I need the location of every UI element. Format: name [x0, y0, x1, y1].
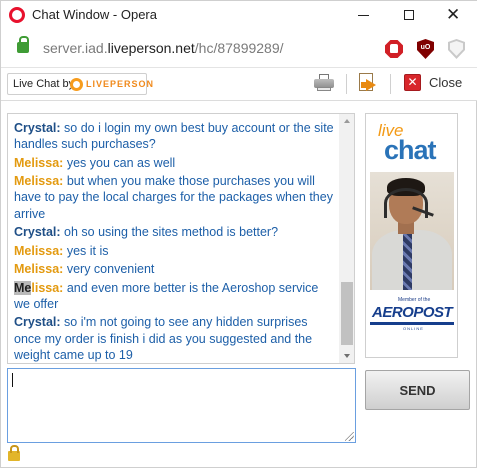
toolbar-divider [346, 74, 347, 94]
maximize-button[interactable] [386, 1, 432, 30]
arrow-head [366, 79, 376, 91]
stop-icon[interactable] [385, 40, 403, 58]
chat-message: Melissa: and even more better is the Aer… [14, 280, 336, 312]
liveperson-logo-icon [70, 78, 83, 91]
photo-body [372, 230, 452, 290]
aeropost-logo: Member of the AEROPOST ONLINE [370, 294, 454, 338]
banner-chat-text: chat [384, 135, 437, 165]
print-icon[interactable] [314, 74, 334, 92]
sender-name: Crystal: [14, 315, 61, 330]
liveperson-badge[interactable]: Live Chat by LIVEPERSON [7, 73, 153, 95]
selected-text: Me [14, 280, 32, 295]
chat-message: Crystal: so do i login my own best buy a… [14, 120, 336, 152]
toolbar-divider [390, 74, 391, 94]
logo-sub: ONLINE [403, 326, 424, 331]
address-bar[interactable]: server.iad.liveperson.net/hc/87899289/ u… [1, 30, 477, 68]
photo-tie [403, 232, 412, 290]
close-chat-button[interactable]: Close [429, 75, 462, 90]
agent-photo [370, 172, 454, 290]
sender-name: Melissa: [14, 262, 64, 277]
chat-message: Melissa: very convenient [14, 261, 336, 277]
chat-message: Melissa: but when you make those purchas… [14, 173, 336, 222]
live-chat-banner[interactable]: live chat Member of the AEROPOST ONLINE [365, 113, 458, 358]
sender-name-rest: lissa: [31, 280, 64, 295]
opera-logo-icon [9, 7, 25, 23]
email-transcript-icon[interactable] [359, 73, 379, 93]
badge-prefix: Live Chat by [13, 78, 75, 90]
sender-name: Melissa: [14, 155, 64, 170]
sender-name: Crystal: [14, 225, 61, 240]
chat-message: Crystal: so i'm not going to see any hid… [14, 314, 336, 363]
minimize-button[interactable] [340, 1, 386, 30]
printer-tray [317, 87, 331, 91]
window-title: Chat Window - Opera [32, 7, 157, 22]
headset-icon [384, 188, 428, 218]
banner-heading: live chat [370, 118, 454, 170]
minimize-icon [358, 15, 369, 16]
message-text: yes you can as well [66, 155, 176, 170]
sender-name: Crystal: [14, 121, 61, 135]
url-path: /hc/87899289/ [194, 40, 284, 56]
chat-message: Melissa: yes it is [14, 243, 336, 259]
message-input[interactable] [7, 368, 356, 443]
sender-name: Melissa: [14, 280, 64, 295]
logo-tagline: Member of the [398, 297, 431, 303]
chat-message: Melissa: yes you can as well [14, 155, 336, 171]
url-text[interactable]: server.iad.liveperson.net/hc/87899289/ [43, 40, 284, 56]
transcript-lines: Crystal: so do i login my own best buy a… [14, 120, 336, 363]
scroll-thumb[interactable] [341, 282, 353, 345]
window-close-button[interactable]: ✕ [432, 1, 477, 30]
message-text: yes it is [66, 243, 109, 258]
maximize-icon [404, 10, 414, 20]
close-icon: ✕ [446, 5, 461, 25]
text-caret [12, 373, 13, 387]
url-prefix: server.iad. [43, 40, 108, 56]
sender-name: Melissa: [14, 243, 64, 258]
logo-brand: AEROPOST [372, 304, 453, 321]
logo-bar [370, 322, 454, 325]
transcript-scrollbar[interactable] [339, 114, 354, 363]
secure-lock-icon[interactable] [17, 36, 29, 53]
chat-message: Crystal: oh so using the sites method is… [14, 224, 336, 240]
message-text: very convenient [66, 262, 155, 277]
ublock-icon[interactable]: uO [417, 39, 434, 59]
chat-transcript[interactable]: Crystal: so do i login my own best buy a… [7, 113, 355, 364]
message-text: so do i login my own best buy account or… [14, 121, 334, 152]
chat-toolbar: Live Chat by LIVEPERSON ✕ Close [1, 68, 477, 101]
shield-icon[interactable] [448, 39, 465, 59]
scroll-down-arrow-icon[interactable] [339, 349, 354, 363]
send-button[interactable]: SEND [365, 370, 470, 410]
message-text: oh so using the sites method is better? [64, 225, 279, 240]
title-bar: Chat Window - Opera ✕ [1, 1, 477, 30]
chat-window: Chat Window - Opera ✕ server.iad.liveper… [0, 0, 477, 468]
badge-brand: LIVEPERSON [86, 79, 155, 89]
close-chat-icon[interactable]: ✕ [404, 74, 421, 91]
url-host: liveperson.net [107, 40, 195, 56]
status-lock-icon [8, 445, 20, 461]
resize-grip-icon[interactable] [345, 432, 354, 441]
sender-name: Melissa: [14, 174, 64, 189]
scroll-up-arrow-icon[interactable] [339, 114, 354, 128]
